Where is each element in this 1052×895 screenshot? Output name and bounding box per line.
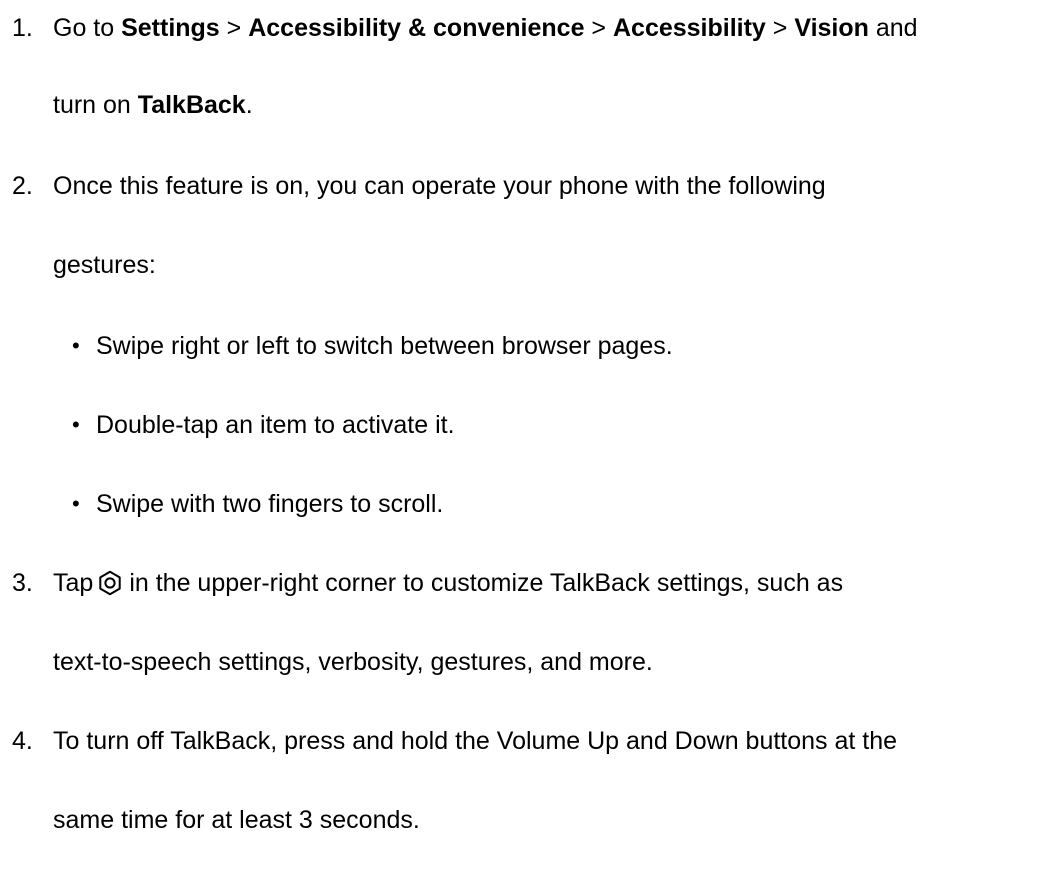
path-separator: > (219, 14, 249, 42)
settings-gear-icon (99, 570, 122, 596)
talkback-label: TalkBack (137, 91, 246, 119)
vision-menu-label: Vision (794, 14, 869, 42)
step-1-text-part: and (868, 14, 918, 42)
step-3-text: Tap in the upper-right corner to customi… (53, 565, 843, 601)
accessibility-menu-label: Accessibility (612, 14, 766, 42)
step-2-number: 2. (12, 172, 33, 200)
bullet-text: Double-tap an item to activate it. (96, 411, 455, 439)
step-2-text-continued: gestures: (53, 251, 156, 279)
step-4-text: To turn off TalkBack, press and hold the… (53, 727, 898, 755)
step-2-text: Once this feature is on, you can operate… (53, 172, 826, 200)
step-1-text-part: Go to (53, 14, 122, 42)
step-1-text-part: . (245, 91, 253, 119)
step-1-text-part: turn on (53, 91, 138, 119)
step-3-text-continued: text-to-speech settings, verbosity, gest… (53, 648, 653, 676)
settings-menu-label: Settings (121, 14, 220, 42)
step-1-number: 1. (12, 14, 33, 42)
path-separator: > (584, 14, 613, 42)
step-3-text-part: Tap (53, 569, 94, 597)
step-4-number: 4. (12, 727, 33, 755)
accessibility-convenience-menu-label: Accessibility & convenience (248, 14, 585, 42)
step-3-text-part: in the upper-right corner to customize T… (129, 569, 844, 597)
step-1-text: Go to Settings > Accessibility & conveni… (53, 10, 918, 46)
path-separator: > (765, 14, 795, 42)
step-3-number: 3. (12, 569, 33, 597)
bullet-text: Swipe right or left to switch between br… (96, 332, 673, 360)
bullet-icon: • (72, 491, 80, 516)
step-4-text-continued: same time for at least 3 seconds. (53, 806, 420, 834)
step-1-text-continued: turn on TalkBack. (53, 87, 253, 123)
bullet-icon: • (72, 333, 80, 358)
bullet-icon: • (72, 412, 80, 437)
bullet-text: Swipe with two fingers to scroll. (96, 490, 444, 518)
